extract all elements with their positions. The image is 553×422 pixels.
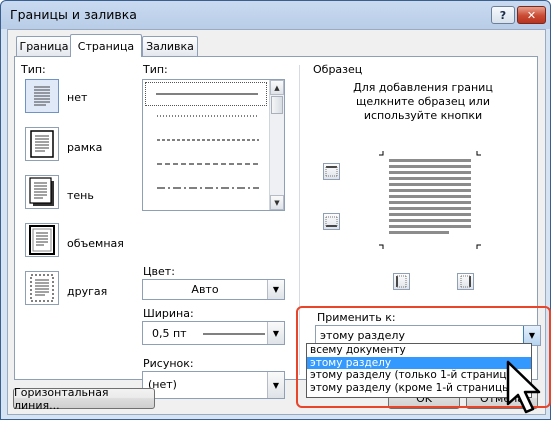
dropdown-option-whole-document[interactable]: всему документу (307, 344, 531, 357)
color-value: Авто (191, 283, 219, 296)
mouse-pointer-icon (506, 360, 541, 414)
close-button[interactable]: ✕ (517, 6, 546, 24)
apply-to-dropdown-list[interactable]: всему документу этому разделу этому разд… (306, 343, 532, 398)
setting-shadow-label[interactable]: тень (67, 189, 94, 202)
tab-borders[interactable]: Граница (16, 36, 72, 56)
tab-shading[interactable]: Заливка (142, 36, 198, 56)
preview-hint-line-2: щелкните образец или (356, 95, 490, 108)
color-combo[interactable]: Авто ▼ (142, 279, 285, 300)
help-button[interactable]: ? (491, 6, 515, 24)
setting-box-label[interactable]: рамка (67, 141, 102, 154)
style-label: Тип: (143, 63, 168, 76)
title-bar[interactable]: Границы и заливка ? ✕ (1, 1, 550, 29)
page-shadow-icon[interactable] (25, 175, 59, 209)
chevron-down-icon[interactable]: ▼ (267, 322, 284, 344)
dropdown-option-this-section[interactable]: этому разделу (307, 356, 531, 370)
preview-hint-line-1: Для добавления границ (353, 81, 493, 94)
left-border-button[interactable] (393, 273, 410, 290)
line-style-options[interactable] (145, 108, 267, 208)
width-line-sample (203, 333, 265, 335)
scroll-down-icon[interactable]: ▼ (270, 195, 284, 210)
chevron-down-icon[interactable]: ▼ (267, 280, 284, 299)
preview-page[interactable] (375, 149, 485, 251)
tab-page-border[interactable]: Страница (70, 34, 142, 57)
setting-none-label[interactable]: нет (67, 91, 87, 104)
page-3d-icon[interactable] (25, 223, 59, 257)
setting-custom-label[interactable]: другая (67, 285, 107, 298)
scroll-thumb[interactable] (271, 96, 283, 114)
top-border-button[interactable] (323, 163, 340, 180)
setting-label: Тип: (21, 63, 46, 76)
dropdown-option-except-first-page[interactable]: этому разделу (кроме 1-й страницы) (307, 382, 531, 395)
bottom-border-button[interactable] (323, 213, 340, 230)
chevron-down-icon[interactable]: ▼ (267, 372, 284, 398)
page-box-icon[interactable] (25, 127, 59, 161)
setting-3d-label[interactable]: объемная (67, 237, 124, 250)
preview-hint-line-3: используйте кнопки (363, 109, 483, 122)
line-style-scrollbar[interactable]: ▲ ▼ (269, 80, 284, 210)
page-none-icon[interactable] (25, 79, 59, 113)
scroll-up-icon[interactable]: ▲ (270, 80, 284, 95)
page-custom-icon[interactable] (25, 271, 59, 305)
line-style-selected[interactable] (145, 82, 267, 106)
dropdown-option-first-page-only[interactable]: этому разделу (только 1-й странице) (307, 369, 531, 382)
width-value: 0,5 пт (152, 327, 187, 340)
line-style-list[interactable]: ▲ ▼ (142, 79, 285, 211)
width-label: Ширина: (143, 307, 194, 320)
color-label: Цвет: (143, 265, 175, 278)
preview-label: Образец (313, 63, 363, 76)
horizontal-line-button[interactable]: Горизонтальная линия... (13, 386, 155, 412)
right-border-button[interactable] (457, 273, 474, 290)
dialog-title: Границы и заливка (10, 7, 137, 22)
art-label: Рисунок: (143, 357, 194, 370)
width-combo[interactable]: 0,5 пт ▼ (142, 321, 285, 345)
art-combo[interactable]: (нет) ▼ (142, 371, 285, 399)
